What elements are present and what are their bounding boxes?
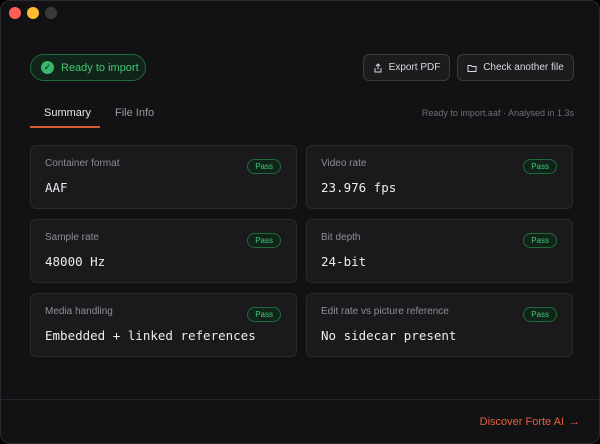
card-bit-depth: Bit depth Pass 24-bit: [306, 219, 573, 283]
card-value: 48000 Hz: [45, 254, 106, 269]
pass-badge: Pass: [523, 233, 557, 248]
tab-summary[interactable]: Summary: [44, 107, 91, 119]
close-button[interactable]: [9, 7, 21, 19]
tab-bar: Summary File Info Ready to import.aaf · …: [30, 101, 574, 129]
pass-badge: Pass: [523, 307, 557, 322]
card-label: Edit rate vs picture reference: [321, 306, 449, 317]
status-label: Ready to import: [61, 61, 139, 74]
card-value: 24-bit: [321, 254, 367, 269]
title-bar: [1, 1, 599, 25]
footer-divider: [1, 399, 599, 400]
export-pdf-label: Export PDF: [388, 62, 441, 73]
card-sample-rate: Sample rate Pass 48000 Hz: [30, 219, 297, 283]
card-label: Video rate: [321, 158, 367, 169]
tab-file-info[interactable]: File Info: [115, 107, 154, 119]
card-value: Embedded + linked references: [45, 328, 256, 343]
card-label: Media handling: [45, 306, 113, 317]
card-value: No sidecar present: [321, 328, 457, 343]
card-value: 23.976 fps: [321, 180, 397, 195]
status-badge: ✓ Ready to import: [30, 54, 146, 81]
app-window: ✓ Ready to import Export PDF Check anoth…: [0, 0, 600, 444]
discover-forte-ai-link[interactable]: Discover Forte AI →: [480, 416, 580, 428]
discover-forte-ai-label: Discover Forte AI: [479, 416, 564, 428]
folder-icon: [467, 64, 477, 72]
pass-badge: Pass: [247, 159, 281, 174]
file-analysis-meta: Ready to import.aaf · Analysed in 1.3s: [421, 108, 574, 118]
check-another-file-label: Check another file: [483, 62, 564, 73]
maximize-button[interactable]: [45, 7, 57, 19]
card-edit-rate: Edit rate vs picture reference Pass No s…: [306, 293, 573, 357]
minimize-button[interactable]: [27, 7, 39, 19]
check-circle-icon: ✓: [41, 61, 54, 74]
card-container-format: Container format Pass AAF: [30, 145, 297, 209]
card-video-rate: Video rate Pass 23.976 fps: [306, 145, 573, 209]
card-label: Sample rate: [45, 232, 99, 243]
pass-badge: Pass: [247, 233, 281, 248]
card-media-handling: Media handling Pass Embedded + linked re…: [30, 293, 297, 357]
pass-badge: Pass: [523, 159, 557, 174]
export-pdf-button[interactable]: Export PDF: [363, 54, 450, 81]
share-icon: [374, 62, 382, 72]
card-label: Container format: [45, 158, 120, 169]
card-label: Bit depth: [321, 232, 361, 243]
pass-badge: Pass: [247, 307, 281, 322]
card-value: AAF: [45, 180, 68, 195]
arrow-right-icon: →: [569, 416, 580, 428]
active-tab-indicator: [30, 126, 100, 128]
check-another-file-button[interactable]: Check another file: [457, 54, 574, 81]
